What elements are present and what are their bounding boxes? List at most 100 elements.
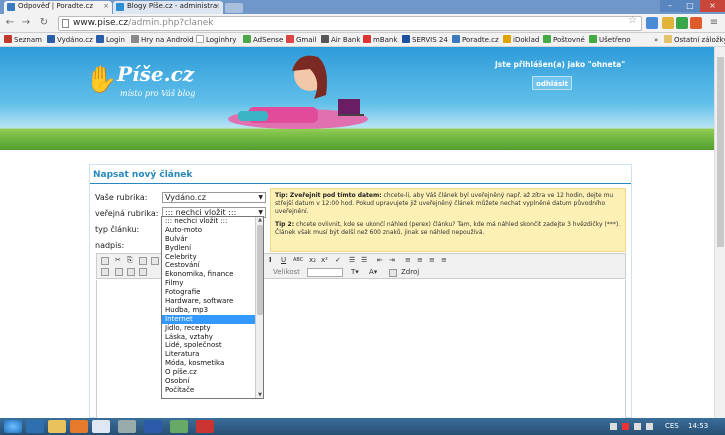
page-scrollbar[interactable] bbox=[714, 47, 725, 418]
image-icon[interactable] bbox=[115, 268, 123, 276]
rubrika-select[interactable]: Vydáno.cz ▼ bbox=[162, 192, 266, 203]
option-item[interactable]: O píše.cz bbox=[162, 368, 263, 377]
close-tab-icon[interactable]: × bbox=[103, 2, 109, 10]
chrome-icon[interactable] bbox=[92, 420, 110, 433]
bg-color-icon[interactable]: A▾ bbox=[369, 268, 377, 277]
bookmark-poradte[interactable]: Poradte.cz bbox=[452, 35, 499, 45]
dropdown-scrollbar[interactable]: ▲ ▼ bbox=[255, 217, 263, 398]
italic-icon[interactable]: I bbox=[269, 256, 272, 265]
back-arrow-icon[interactable]: ← bbox=[4, 17, 16, 29]
media-player-icon[interactable] bbox=[70, 420, 88, 433]
maximize-button[interactable]: □ bbox=[680, 0, 700, 12]
app-icon[interactable] bbox=[118, 420, 136, 433]
option-item[interactable]: Ekonomika, finance bbox=[162, 270, 263, 279]
bookmark-usetreno[interactable]: Ušetřeno bbox=[589, 35, 631, 45]
source-icon[interactable] bbox=[101, 257, 109, 265]
option-item[interactable]: Hardware, software bbox=[162, 297, 263, 306]
logout-button[interactable]: odhlásit bbox=[532, 76, 572, 90]
reload-icon[interactable]: ↻ bbox=[38, 17, 50, 29]
option-item[interactable]: Jídlo, recepty bbox=[162, 324, 263, 333]
language-indicator[interactable]: CES bbox=[665, 422, 679, 430]
link-icon[interactable] bbox=[101, 268, 109, 276]
indent-icon[interactable]: ⇥ bbox=[389, 256, 395, 265]
close-window-button[interactable]: × bbox=[700, 0, 725, 12]
paste-icon[interactable] bbox=[139, 257, 147, 265]
tray-arrow-icon[interactable] bbox=[610, 423, 617, 430]
bookmark-seznam[interactable]: Seznam bbox=[4, 35, 42, 45]
bookmark-gmail[interactable]: Gmail bbox=[286, 35, 316, 45]
app-icon[interactable] bbox=[170, 420, 188, 433]
option-item[interactable]: Auto-moto bbox=[162, 226, 263, 235]
menu-icon[interactable]: ≡ bbox=[708, 17, 720, 29]
bookmark-vydano[interactable]: Vydáno.cz bbox=[47, 35, 93, 45]
option-item-highlighted[interactable]: Internet bbox=[162, 314, 263, 324]
numbered-list-icon[interactable]: ☰ bbox=[349, 256, 355, 265]
hr-icon[interactable] bbox=[139, 268, 147, 276]
option-item[interactable]: Literatura bbox=[162, 350, 263, 359]
option-item[interactable]: Filmy bbox=[162, 279, 263, 288]
option-item[interactable]: Láska, vztahy bbox=[162, 333, 263, 342]
extension-icon[interactable] bbox=[662, 17, 674, 29]
align-right-icon[interactable]: ≡ bbox=[429, 256, 435, 265]
scroll-up-icon[interactable]: ▲ bbox=[256, 217, 263, 223]
align-left-icon[interactable]: ≡ bbox=[405, 256, 411, 265]
site-logo[interactable]: Píše.cz bbox=[117, 62, 194, 86]
extension-icon[interactable] bbox=[676, 17, 688, 29]
bookmarks-overflow[interactable]: » bbox=[654, 35, 658, 45]
new-tab-button[interactable] bbox=[225, 3, 243, 13]
bookmark-servis24[interactable]: SERVIS 24 bbox=[402, 35, 448, 45]
option-item[interactable]: Cestování bbox=[162, 261, 263, 270]
extension-icon[interactable] bbox=[690, 17, 702, 29]
option-item[interactable]: Bydlení bbox=[162, 244, 263, 253]
strikethrough-icon[interactable]: ABC bbox=[293, 256, 303, 265]
bookmark-star-icon[interactable]: ☆ bbox=[628, 15, 637, 26]
option-item[interactable]: ::: nechci vložit ::: bbox=[162, 217, 263, 226]
bookmark-mbank[interactable]: mBank bbox=[363, 35, 397, 45]
option-item[interactable]: Hudba, mp3 bbox=[162, 306, 263, 315]
verejna-rubrika-options[interactable]: ::: nechci vložit ::: Auto-moto Bulvár B… bbox=[161, 216, 264, 399]
option-item[interactable]: Bulvár bbox=[162, 235, 263, 244]
paste-word-icon[interactable] bbox=[151, 257, 159, 265]
bookmark-loginhry[interactable]: Loginhry bbox=[196, 35, 236, 45]
option-item[interactable]: Osobní bbox=[162, 377, 263, 386]
word-icon[interactable] bbox=[144, 420, 162, 433]
bullet-list-icon[interactable]: ☰ bbox=[361, 256, 367, 265]
start-button[interactable] bbox=[4, 420, 22, 433]
align-justify-icon[interactable]: ≡ bbox=[441, 256, 447, 265]
close-tab-icon[interactable]: × bbox=[214, 2, 220, 10]
option-item[interactable]: Fotografie bbox=[162, 288, 263, 297]
table-icon[interactable] bbox=[127, 268, 135, 276]
ie-icon[interactable] bbox=[26, 420, 44, 433]
align-center-icon[interactable]: ≡ bbox=[417, 256, 423, 265]
minimize-button[interactable]: – bbox=[660, 0, 680, 12]
dropdown-scroll-thumb[interactable] bbox=[257, 225, 263, 315]
bookmark-adsense[interactable]: AdSense bbox=[243, 35, 283, 45]
address-bar[interactable]: www.pise.cz/admin.php?clanek bbox=[58, 16, 642, 31]
outdent-icon[interactable]: ⇤ bbox=[377, 256, 383, 265]
network-icon[interactable] bbox=[634, 423, 641, 430]
explorer-icon[interactable] bbox=[48, 420, 66, 433]
app-icon[interactable] bbox=[196, 420, 214, 433]
subscript-icon[interactable]: x₂ bbox=[309, 256, 316, 265]
forward-arrow-icon[interactable]: → bbox=[20, 17, 32, 29]
option-item[interactable]: Lidé, společnost bbox=[162, 341, 263, 350]
tab-odpoved[interactable]: Odpověď | Poradte.cz × bbox=[4, 1, 112, 14]
scroll-down-icon[interactable]: ▼ bbox=[256, 392, 263, 398]
cut-icon[interactable]: ✂ bbox=[115, 256, 121, 265]
option-item[interactable]: Počítače bbox=[162, 386, 263, 395]
bookmark-other[interactable]: Ostatní záložky bbox=[664, 35, 725, 45]
bookmark-idoklad[interactable]: iDoklad bbox=[503, 35, 539, 45]
bookmark-postovne[interactable]: Poštovné bbox=[543, 35, 585, 45]
bookmark-airbank[interactable]: Air Bank bbox=[321, 35, 360, 45]
source-icon[interactable] bbox=[389, 269, 397, 277]
underline-icon[interactable]: U bbox=[281, 256, 286, 265]
extension-icon[interactable] bbox=[646, 17, 658, 29]
copy-icon[interactable]: ⎘ bbox=[127, 256, 133, 265]
volume-icon[interactable] bbox=[646, 423, 653, 430]
bookmark-login[interactable]: Login bbox=[96, 35, 125, 45]
tab-blogy-pise[interactable]: Blogy Píše.cz - administra × bbox=[113, 1, 223, 14]
bookmark-hry-android[interactable]: Hry na Android bbox=[131, 35, 194, 45]
source-label[interactable]: Zdroj bbox=[401, 268, 419, 277]
font-size-select[interactable] bbox=[307, 268, 343, 277]
superscript-icon[interactable]: x² bbox=[321, 256, 328, 265]
